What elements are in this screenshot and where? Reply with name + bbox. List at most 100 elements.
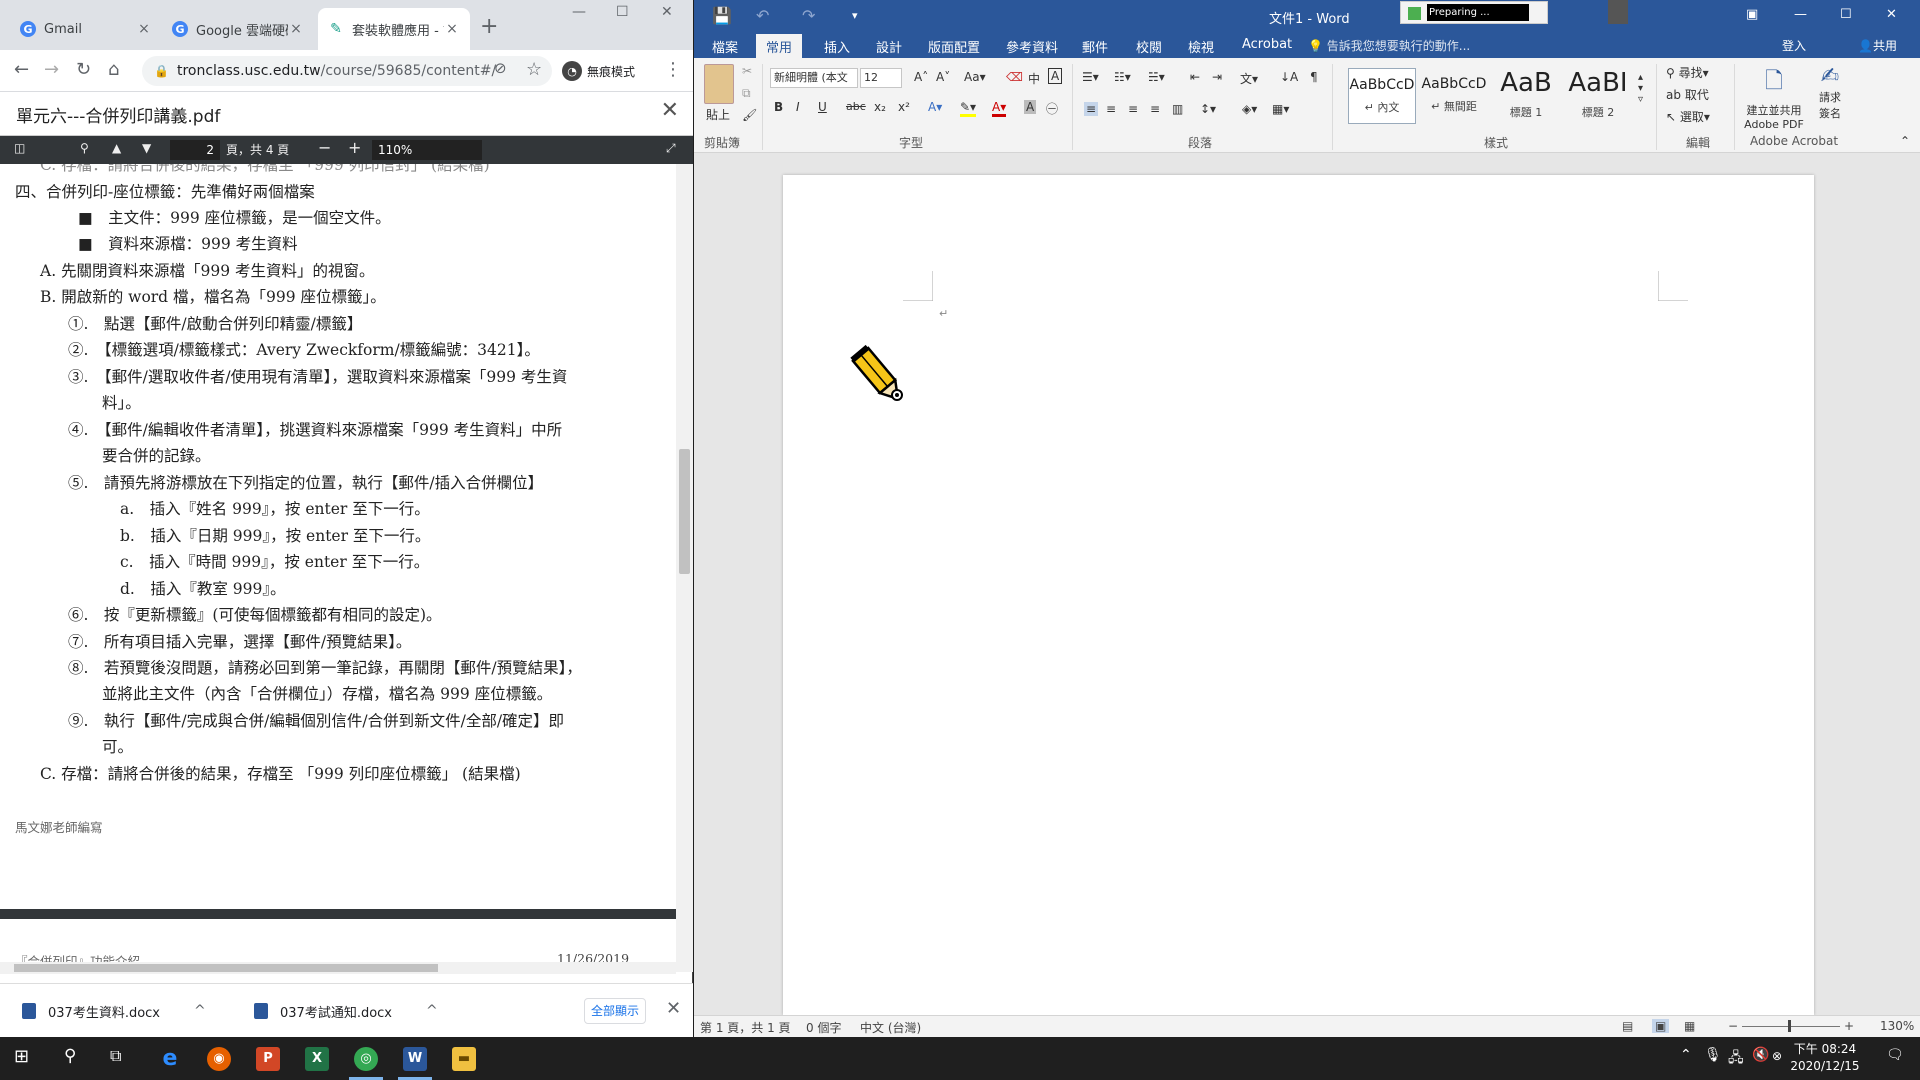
- font-size-combo[interactable]: 12: [860, 68, 902, 88]
- fullscreen-icon[interactable]: ⤢: [666, 141, 676, 156]
- bullets-icon[interactable]: ☰▾: [1082, 70, 1099, 84]
- shading-icon[interactable]: ◈▾: [1242, 102, 1257, 116]
- paste-button[interactable]: 貼上: [706, 106, 730, 123]
- close-window-button[interactable]: ✕: [661, 4, 673, 20]
- word-count[interactable]: 0 個字: [806, 1019, 841, 1036]
- microphone-icon[interactable]: 🎙: [1704, 1047, 1722, 1063]
- create-pdf-button[interactable]: 🗋 建立並共用 Adobe PDF: [1744, 64, 1804, 131]
- save-icon[interactable]: 💾: [712, 6, 732, 25]
- asian-layout-icon[interactable]: 文▾: [1240, 70, 1258, 87]
- volume-muted-icon[interactable]: 🔇: [1752, 1047, 1769, 1063]
- pdf-horizontal-scrollbar[interactable]: [0, 962, 676, 974]
- download-item[interactable]: 037考生資料.docx ^: [22, 994, 206, 1028]
- tab-mailings[interactable]: 郵件: [1082, 37, 1108, 56]
- notifications-icon[interactable]: 🗨: [1886, 1047, 1904, 1063]
- character-border-icon[interactable]: A: [1048, 68, 1063, 84]
- download-item[interactable]: 037考試通知.docx ^: [254, 994, 438, 1028]
- prev-page-icon[interactable]: ▲: [112, 141, 121, 155]
- zoom-select[interactable]: 110%: [372, 140, 482, 160]
- chrome-menu-icon[interactable]: ⋮: [664, 59, 682, 80]
- word-icon[interactable]: W: [403, 1047, 427, 1071]
- zoom-level[interactable]: 130%: [1880, 1019, 1914, 1033]
- clipboard-icon[interactable]: [704, 64, 734, 104]
- numbering-icon[interactable]: ☷▾: [1114, 70, 1131, 84]
- redo-icon[interactable]: ↷: [802, 6, 815, 25]
- tab-review[interactable]: 校閱: [1136, 37, 1162, 56]
- zoom-out-button[interactable]: −: [318, 138, 331, 157]
- increase-indent-icon[interactable]: ⇥: [1212, 70, 1222, 84]
- task-view-icon[interactable]: ⧉: [110, 1046, 121, 1066]
- search-icon[interactable]: ⚲: [80, 141, 89, 155]
- chrome-icon[interactable]: ◎: [354, 1047, 378, 1071]
- multilevel-list-icon[interactable]: ☵▾: [1148, 70, 1165, 84]
- zoom-slider[interactable]: [1742, 1026, 1840, 1027]
- next-page-icon[interactable]: ▼: [142, 141, 151, 155]
- search-icon[interactable]: ⚲: [64, 1046, 76, 1066]
- back-icon[interactable]: ←: [14, 59, 29, 80]
- style-no-spacing[interactable]: AaBbCcD ↵ 無間距: [1420, 68, 1488, 124]
- system-clock[interactable]: 下午 08:24 2020/12/15: [1780, 1041, 1870, 1075]
- zoom-slider-thumb[interactable]: [1788, 1020, 1791, 1032]
- style-normal[interactable]: AaBbCcD ↵ 內文: [1348, 68, 1416, 124]
- align-center-icon[interactable]: ≡: [1106, 102, 1116, 116]
- forward-icon[interactable]: →: [44, 59, 59, 80]
- bold-button[interactable]: B: [774, 100, 783, 114]
- tracking-blocked-icon[interactable]: ⊘: [494, 59, 507, 77]
- tab-close-icon[interactable]: ×: [444, 21, 460, 37]
- text-effects-icon[interactable]: A▾: [928, 100, 942, 114]
- grow-font-icon[interactable]: A˄: [914, 70, 928, 84]
- tab-close-icon[interactable]: ×: [288, 21, 304, 37]
- collapse-ribbon-icon[interactable]: ⌃: [1900, 134, 1910, 148]
- tab-home[interactable]: 常用: [756, 34, 803, 58]
- underline-button[interactable]: U: [818, 100, 827, 114]
- new-tab-button[interactable]: +: [480, 14, 498, 39]
- undo-icon[interactable]: ↶: [756, 6, 769, 25]
- tab-google-drive[interactable]: G Google 雲端硬碟 ×: [162, 8, 314, 50]
- powerpoint-icon[interactable]: P: [256, 1047, 280, 1071]
- print-layout-icon[interactable]: ▣: [1652, 1019, 1670, 1033]
- tab-file[interactable]: 檔案: [712, 37, 738, 56]
- font-name-combo[interactable]: 新細明體 (本文: [770, 68, 858, 88]
- page-number-input[interactable]: 2: [170, 140, 220, 160]
- read-mode-icon[interactable]: ▤: [1622, 1019, 1633, 1033]
- find-button[interactable]: ⚲ 尋找▾: [1666, 64, 1709, 81]
- justify-icon[interactable]: ≡: [1150, 102, 1160, 116]
- scrollbar-thumb[interactable]: [679, 449, 690, 574]
- tab-course[interactable]: ✎ 套裝軟體應用 - 課 ×: [318, 8, 470, 50]
- pdf-close-button[interactable]: ✕: [661, 98, 679, 123]
- borders-icon[interactable]: ▦▾: [1272, 102, 1289, 116]
- bookmark-star-icon[interactable]: ☆: [526, 59, 542, 80]
- close-download-shelf-button[interactable]: ✕: [666, 998, 681, 1019]
- request-signature-button[interactable]: ✍ 請求 簽名: [1812, 64, 1848, 121]
- cut-icon[interactable]: ✂: [742, 64, 752, 78]
- sign-in-link[interactable]: 登入: [1782, 37, 1806, 54]
- phonetic-guide-icon[interactable]: 中: [1028, 70, 1040, 87]
- file-explorer-icon[interactable]: ▬: [452, 1047, 476, 1071]
- copy-icon[interactable]: ⧉: [742, 86, 751, 101]
- tab-close-icon[interactable]: ×: [136, 21, 152, 37]
- ribbon-display-options-icon[interactable]: ▣: [1746, 7, 1758, 22]
- excel-icon[interactable]: X: [305, 1047, 329, 1071]
- tell-me-search[interactable]: 💡 告訴我您想要執行的動作...: [1308, 37, 1470, 54]
- character-shading-icon[interactable]: A: [1024, 100, 1037, 114]
- share-button[interactable]: 👤共用: [1858, 37, 1897, 54]
- zoom-in-icon[interactable]: +: [1844, 1019, 1854, 1033]
- network-icon[interactable]: 🖧: [1728, 1047, 1744, 1071]
- clear-formatting-icon[interactable]: ⌫: [1006, 70, 1023, 84]
- tab-insert[interactable]: 插入: [824, 37, 850, 56]
- web-layout-icon[interactable]: ▦: [1684, 1019, 1695, 1033]
- select-button[interactable]: ↖ 選取▾: [1666, 108, 1710, 125]
- styles-scroll-icon[interactable]: ▴ ▾ ▿: [1638, 72, 1643, 105]
- chevron-up-icon[interactable]: ^: [194, 1003, 206, 1019]
- reload-icon[interactable]: ↻: [76, 59, 91, 80]
- superscript-button[interactable]: x²: [898, 100, 910, 114]
- show-marks-icon[interactable]: ¶: [1310, 70, 1318, 84]
- minimize-button[interactable]: —: [572, 4, 586, 20]
- address-bar[interactable]: 🔒 tronclass.usc.edu.tw/course/59685/cont…: [142, 56, 552, 86]
- align-right-icon[interactable]: ≡: [1128, 102, 1138, 116]
- incognito-indicator[interactable]: ◔ 無痕模式: [562, 58, 635, 84]
- maximize-button[interactable]: ☐: [1840, 7, 1852, 22]
- style-heading-1[interactable]: AaB 標題 1: [1492, 68, 1560, 124]
- font-color-icon[interactable]: A▾: [992, 100, 1007, 117]
- tab-view[interactable]: 檢視: [1188, 37, 1214, 56]
